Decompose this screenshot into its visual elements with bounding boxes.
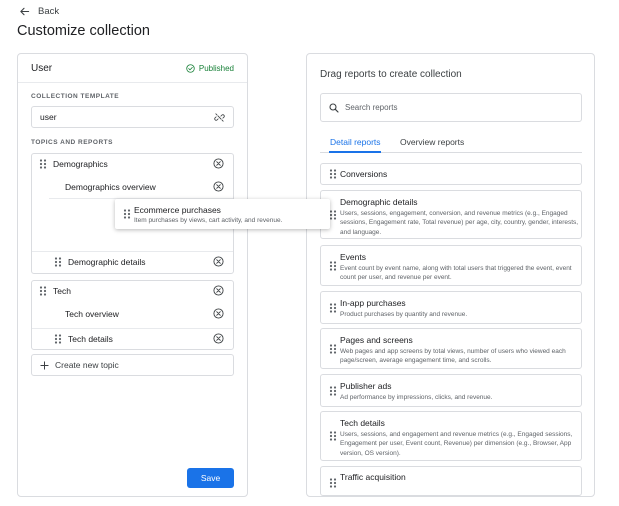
remove-topic-icon[interactable] [213, 285, 224, 296]
drag-handle-icon[interactable] [329, 431, 337, 441]
drag-handle-icon[interactable] [329, 302, 337, 313]
drag-handle-icon[interactable] [329, 385, 337, 396]
topic-name: Demographics [53, 159, 108, 169]
drag-handle-icon[interactable] [329, 343, 337, 354]
report-title: Tech details [340, 418, 385, 428]
report-name: Tech overview [65, 309, 119, 319]
topics-section-label: TOPICS AND REPORTS [31, 139, 113, 146]
collection-name: User [31, 62, 53, 74]
topic-report-row[interactable]: Tech overview [32, 304, 233, 324]
report-title: Demographic details [340, 197, 418, 207]
report-description: Event count by event name, along with to… [340, 265, 572, 282]
report-description: Users, sessions, engagement, conversion,… [340, 210, 579, 236]
topic-card-tech[interactable]: Tech Tech overview Tech details [31, 280, 234, 350]
remove-report-icon[interactable] [213, 308, 224, 319]
report-card[interactable]: Tech details Users, sessions, and engage… [320, 411, 582, 461]
report-description: Web pages and app screens by total views… [340, 348, 566, 365]
dragged-report-card[interactable]: Ecommerce purchases Item purchases by vi… [115, 199, 330, 229]
drag-handle-icon[interactable] [54, 256, 62, 267]
save-button[interactable]: Save [187, 468, 234, 488]
report-description: Ad performance by impressions, clicks, a… [340, 394, 493, 401]
topic-report-row[interactable]: Tech details [32, 328, 233, 348]
report-title: Events [340, 252, 366, 262]
topic-name: Tech [53, 286, 71, 296]
drag-handle-icon[interactable] [329, 260, 337, 271]
report-title: Traffic acquisition [340, 472, 406, 482]
create-topic-label: Create new topic [55, 360, 119, 370]
collection-editor-panel: User Published COLLECTION TEMPLATE user … [17, 53, 248, 497]
report-name: Tech details [68, 333, 113, 344]
dragged-report-description: Item purchases by views, cart activity, … [134, 217, 283, 224]
drag-handle-icon[interactable] [39, 159, 47, 169]
topic-report-row[interactable]: Demographics overview [32, 177, 233, 197]
drag-handle-icon[interactable] [39, 286, 47, 296]
remove-report-icon[interactable] [213, 333, 224, 344]
drag-handle-icon[interactable] [329, 209, 337, 220]
report-title: Conversions [340, 169, 388, 179]
library-title: Drag reports to create collection [320, 69, 462, 80]
remove-report-icon[interactable] [213, 256, 224, 267]
status-badge: Published [186, 64, 234, 73]
create-topic-button[interactable]: Create new topic [31, 354, 234, 376]
back-button[interactable]: Back [19, 6, 59, 17]
report-name: Demographics overview [65, 182, 156, 192]
template-field[interactable]: user [31, 106, 234, 128]
tab-overview-reports[interactable]: Overview reports [400, 137, 464, 147]
page-title: Customize collection [17, 23, 150, 39]
report-card[interactable]: Demographic details Users, sessions, eng… [320, 190, 582, 239]
report-card[interactable]: Publisher ads Ad performance by impressi… [320, 374, 582, 407]
report-card[interactable]: Traffic acquisition [320, 466, 582, 496]
active-tab-indicator [329, 151, 381, 153]
topic-header[interactable]: Demographics [32, 154, 233, 174]
arrow-left-icon [20, 7, 30, 16]
report-name: Demographic details [68, 256, 146, 267]
tab-detail-reports[interactable]: Detail reports [330, 137, 381, 147]
report-title: Pages and screens [340, 335, 413, 345]
remove-report-icon[interactable] [213, 181, 224, 192]
report-card[interactable]: Events Event count by event name, along … [320, 245, 582, 286]
drag-handle-icon[interactable] [329, 478, 337, 488]
dragged-report-title: Ecommerce purchases [134, 205, 221, 215]
report-title: Publisher ads [340, 381, 392, 391]
report-title: In-app purchases [340, 298, 406, 308]
report-card[interactable]: Conversions [320, 163, 582, 185]
report-library-panel: Drag reports to create collection Detail… [306, 53, 595, 497]
topic-report-row[interactable]: Demographic details [32, 251, 233, 271]
status-text: Published [198, 63, 234, 73]
template-section-label: COLLECTION TEMPLATE [31, 93, 120, 100]
drag-handle-icon[interactable] [329, 169, 337, 179]
drag-handle-icon[interactable] [123, 209, 131, 219]
search-icon [329, 102, 339, 113]
search-box[interactable] [320, 93, 582, 122]
report-description: Users, sessions, and engagement and reve… [340, 431, 573, 457]
plus-icon [40, 360, 49, 370]
check-circle-icon [186, 63, 195, 73]
remove-topic-icon[interactable] [213, 158, 224, 169]
template-value: user [40, 112, 57, 122]
report-card[interactable]: In-app purchases Product purchases by qu… [320, 291, 582, 324]
report-tabs: Detail reports Overview reports [320, 134, 582, 153]
unlink-icon[interactable] [214, 112, 225, 123]
back-label: Back [38, 6, 60, 17]
panel-header: User Published [18, 54, 247, 83]
report-card[interactable]: Pages and screens Web pages and app scre… [320, 328, 582, 369]
topic-header[interactable]: Tech [32, 281, 233, 301]
drag-handle-icon[interactable] [54, 333, 62, 344]
report-description: Product purchases by quantity and revenu… [340, 311, 468, 318]
search-input[interactable] [345, 103, 565, 112]
